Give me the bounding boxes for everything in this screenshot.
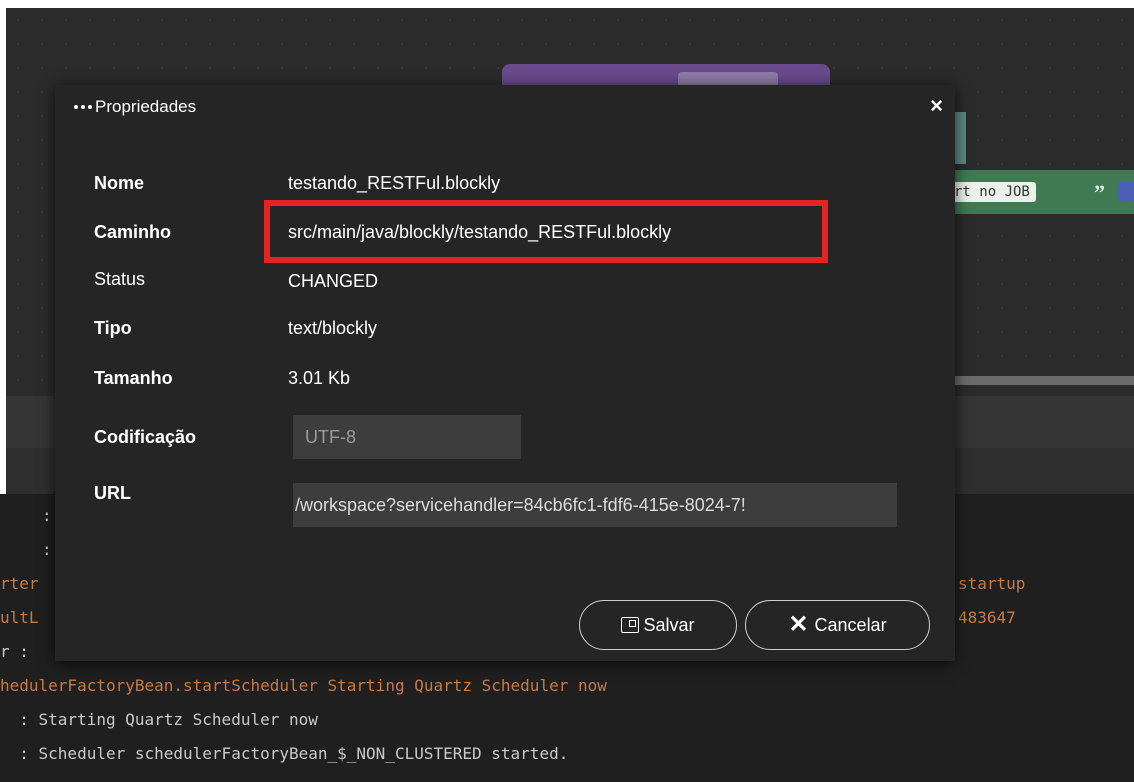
more-dots-icon [74, 105, 92, 109]
console-fragment: r : [0, 642, 29, 661]
close-button[interactable]: × [930, 95, 943, 117]
caminho-label: Caminho [94, 222, 172, 242]
app-root: rt no JOB ” : : rter ultL r : startup 48… [0, 0, 1134, 782]
dialog-header: Propriedades [74, 97, 196, 117]
tipo-value: text/blockly [288, 318, 378, 338]
status-label: Status [94, 269, 146, 289]
url-label: URL [94, 483, 131, 503]
console-fragment: rter [0, 574, 39, 593]
dialog-title: Propriedades [95, 97, 197, 116]
tipo-label: Tipo [94, 318, 132, 338]
tamanho-label: Tamanho [94, 368, 173, 388]
properties-dialog: Propriedades × Nome testando_RESTFul.blo… [55, 85, 955, 661]
console-line: hedulerFactoryBean.startScheduler Starti… [0, 676, 607, 695]
console-fragment: ultL [0, 608, 39, 627]
console-fragment: : [42, 506, 52, 525]
workspace-scrollbar[interactable] [950, 376, 1134, 385]
console-fragment: : [42, 540, 52, 559]
console-fragment: startup [958, 574, 1026, 593]
highlight-annotation [264, 200, 828, 263]
console-line: : Starting Quartz Scheduler now [0, 710, 318, 729]
gear-block-icon [1118, 182, 1134, 202]
green-block[interactable]: rt no JOB ” [946, 170, 1134, 214]
codificacao-label: Codificação [94, 427, 197, 447]
tamanho-value: 3.01 Kb [288, 368, 351, 388]
console-fragment: 483647 [958, 608, 1016, 627]
save-button[interactable]: Salvar [579, 600, 737, 650]
close-icon: ✕ [788, 611, 809, 638]
status-value: CHANGED [288, 271, 379, 291]
save-icon [621, 617, 640, 633]
cancel-button-label: Cancelar [814, 614, 887, 635]
codificacao-field[interactable]: UTF-8 [293, 415, 521, 459]
cancel-button[interactable]: ✕ Cancelar [745, 600, 930, 650]
quote-icon: ” [1094, 180, 1105, 205]
url-field[interactable]: /workspace?servicehandler=84cb6fc1-fdf6-… [293, 483, 897, 527]
green-block-text: rt no JOB [948, 182, 1036, 202]
nome-value: testando_RESTFul.blockly [288, 173, 501, 193]
console-line: : Scheduler schedulerFactoryBean_$_NON_C… [0, 744, 569, 763]
save-button-label: Salvar [643, 614, 695, 635]
nome-label: Nome [94, 173, 145, 193]
